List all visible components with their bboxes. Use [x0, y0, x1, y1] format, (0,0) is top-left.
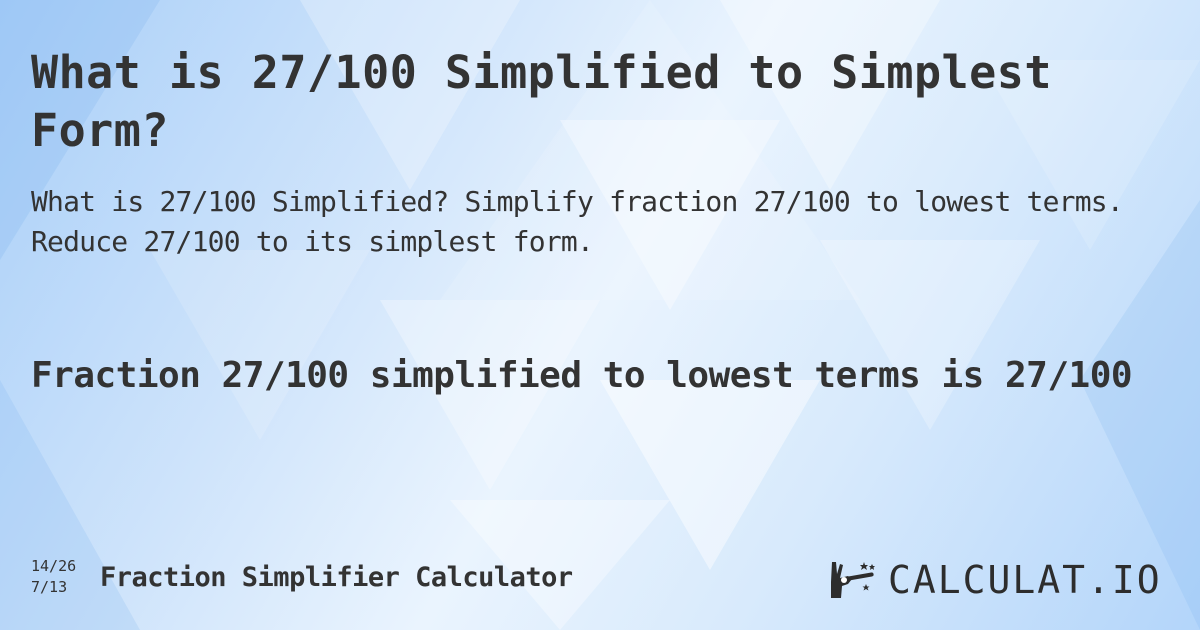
- calculator-name: Fraction Simplifier Calculator: [100, 562, 573, 593]
- logo-text: CALCULAT.IO: [888, 558, 1162, 602]
- fraction-icon-top: 14/26: [31, 557, 77, 575]
- fraction-icon: 14/26 7/13: [31, 556, 91, 598]
- fraction-icon-bottom: 7/13: [31, 578, 68, 596]
- answer-text: Fraction 27/100 simplified to lowest ter…: [31, 355, 1133, 396]
- page-description: What is 27/100 Simplified? Simplify frac…: [31, 185, 1124, 258]
- page-title: What is 27/100 Simplified to Simplest Fo…: [31, 46, 1052, 157]
- magic-hand-wand-icon: [831, 562, 875, 598]
- calculatio-logo[interactable]: CALCULAT.IO: [828, 556, 1173, 604]
